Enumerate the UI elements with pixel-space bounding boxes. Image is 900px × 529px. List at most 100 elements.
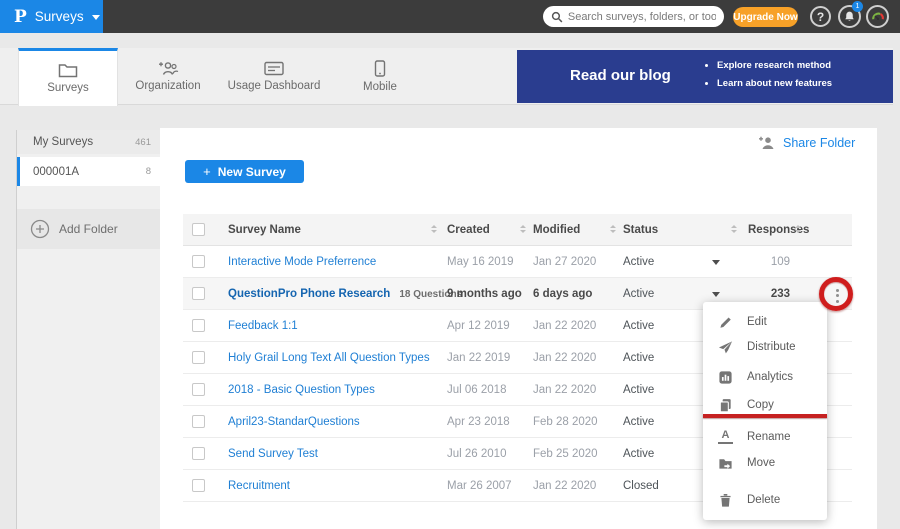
row-actions-kebab-menu[interactable] [833, 286, 842, 305]
row-checkbox[interactable] [192, 255, 205, 268]
tab-mobile[interactable]: Mobile [330, 48, 430, 105]
menu-item-edit[interactable]: Edit [703, 308, 827, 336]
table-row: Interactive Mode Preferrence May 16 2019… [183, 246, 852, 278]
rename-icon: A [718, 430, 733, 444]
survey-name-link[interactable]: Send Survey Test [228, 448, 318, 460]
copy-icon [718, 398, 733, 413]
tab-surveys[interactable]: Surveys [18, 48, 118, 106]
status-cell: Closed [623, 480, 659, 492]
modified-cell: Jan 22 2020 [533, 352, 596, 364]
new-survey-label: New Survey [218, 165, 286, 179]
row-checkbox[interactable] [192, 447, 205, 460]
survey-name-cell: Holy Grail Long Text All Question Types [228, 352, 430, 364]
survey-name-cell: QuestionPro Phone Research18 Questions [228, 288, 462, 300]
survey-name-link[interactable]: April23-StandarQuestions [228, 416, 360, 428]
notification-badge: 1 [852, 1, 863, 12]
tab-label: Surveys [47, 82, 89, 94]
tab-label: Usage Dashboard [228, 80, 321, 92]
modified-cell: Feb 28 2020 [533, 416, 598, 428]
blog-bullet: Explore research method [717, 60, 832, 71]
modified-cell: 6 days ago [533, 288, 592, 300]
row-context-menu: Edit Distribute Analytics [703, 302, 827, 520]
sidebar-item-000001a[interactable]: 000001A 8 [17, 157, 161, 186]
created-cell: Apr 12 2019 [447, 320, 510, 332]
status-dropdown-caret[interactable] [712, 260, 720, 265]
folder-count: 461 [135, 137, 151, 148]
row-checkbox[interactable] [192, 383, 205, 396]
menu-item-distribute[interactable]: Distribute [703, 333, 827, 361]
share-folder-label: Share Folder [783, 136, 855, 150]
folder-label: 000001A [33, 166, 79, 178]
status-cell: Active [623, 352, 654, 364]
folder-icon [58, 63, 78, 78]
search-input[interactable] [568, 11, 716, 23]
survey-name-cell: Interactive Mode Preferrence [228, 256, 376, 268]
column-modified[interactable]: Modified [533, 224, 580, 236]
add-circle-icon [30, 219, 50, 239]
survey-name-link[interactable]: QuestionPro Phone Research [228, 288, 390, 300]
survey-name-cell: Feedback 1:1 [228, 320, 298, 332]
add-folder-label: Add Folder [59, 222, 118, 236]
blog-banner-bullets: Explore research method Learn about new … [717, 60, 832, 96]
bell-icon [843, 10, 856, 23]
status-cell: Active [623, 416, 654, 428]
app-window: P Surveys Upgrade Now ? 1 [0, 0, 900, 529]
trash-icon [718, 493, 733, 508]
sort-icon[interactable] [431, 225, 437, 233]
blog-banner-title: Read our blog [570, 67, 671, 84]
share-folder-button[interactable]: Share Folder [758, 136, 855, 150]
annotation-red-underline [703, 414, 827, 418]
survey-name-link[interactable]: Feedback 1:1 [228, 320, 298, 332]
row-checkbox[interactable] [192, 479, 205, 492]
survey-name-link[interactable]: Recruitment [228, 480, 290, 492]
row-checkbox[interactable] [192, 351, 205, 364]
column-survey-name[interactable]: Survey Name [228, 224, 301, 236]
row-checkbox[interactable] [192, 319, 205, 332]
upgrade-now-button[interactable]: Upgrade Now [733, 7, 798, 27]
row-checkbox[interactable] [192, 287, 205, 300]
status-cell: Active [623, 384, 654, 396]
folder-label: My Surveys [33, 136, 93, 148]
menu-item-move[interactable]: Move [703, 449, 827, 477]
select-all-checkbox[interactable] [192, 223, 205, 236]
usage-meter-button[interactable] [866, 5, 889, 28]
questionpro-logo-icon: P [14, 7, 27, 27]
global-search [543, 6, 724, 27]
menu-item-delete[interactable]: Delete [703, 486, 827, 514]
menu-item-analytics[interactable]: Analytics [703, 363, 827, 391]
sort-icon[interactable] [520, 225, 526, 233]
sort-icon[interactable] [610, 225, 616, 233]
status-dropdown-caret[interactable] [712, 292, 720, 297]
add-folder-button[interactable]: Add Folder [17, 209, 161, 249]
chevron-down-icon [92, 15, 100, 20]
folder-count: 8 [146, 166, 151, 177]
survey-name-link[interactable]: 2018 - Basic Question Types [228, 384, 375, 396]
tab-organization[interactable]: Organization [118, 48, 218, 105]
status-cell: Active [623, 320, 654, 332]
created-cell: Jul 06 2018 [447, 384, 506, 396]
pencil-icon [718, 315, 733, 330]
tab-usage-dashboard[interactable]: Usage Dashboard [218, 48, 330, 105]
tab-label: Mobile [363, 81, 397, 93]
sort-icon[interactable] [795, 225, 801, 233]
survey-name-cell: April23-StandarQuestions [228, 416, 360, 428]
survey-name-link[interactable]: Holy Grail Long Text All Question Types [228, 352, 430, 364]
created-cell: Mar 26 2007 [447, 480, 512, 492]
product-menu[interactable]: P Surveys [0, 0, 103, 33]
sidebar-item-my-surveys[interactable]: My Surveys 461 [17, 130, 161, 154]
new-survey-button[interactable]: + New Survey [185, 160, 304, 183]
row-checkbox[interactable] [192, 415, 205, 428]
blog-banner[interactable]: Read our blog Explore research method Le… [517, 50, 893, 103]
survey-name-link[interactable]: Interactive Mode Preferrence [228, 256, 376, 268]
menu-item-label: Move [747, 457, 775, 469]
table-header: Survey Name Created Modified Status Resp… [183, 214, 852, 246]
move-folder-icon [718, 456, 733, 471]
sort-icon[interactable] [731, 225, 737, 233]
menu-item-rename[interactable]: A Rename [703, 423, 827, 451]
status-cell: Active [623, 256, 654, 268]
responses-cell: 233 [723, 288, 790, 300]
help-button[interactable]: ? [810, 6, 831, 27]
column-status[interactable]: Status [623, 224, 658, 236]
column-created[interactable]: Created [447, 224, 490, 236]
status-cell: Active [623, 448, 654, 460]
